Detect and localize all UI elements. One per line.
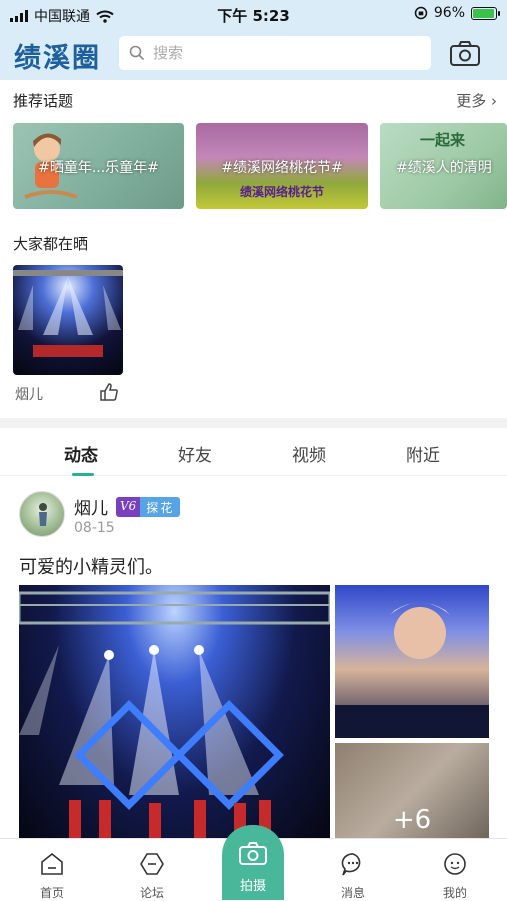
home-icon [41, 852, 63, 875]
message-icon [341, 853, 361, 876]
topics-more-label: 更多 [456, 92, 487, 110]
topic-card[interactable]: 一起来 #绩溪人的清明 [380, 123, 507, 209]
post-date: 08-15 [74, 520, 115, 536]
active-tab-indicator [72, 473, 94, 476]
chevron-right-icon: › [491, 92, 497, 110]
camera-icon[interactable] [448, 39, 482, 69]
shares-title: 大家都在晒 [13, 235, 89, 253]
level-label: V6 [116, 497, 141, 517]
topic-card[interactable]: #晒童年...乐童年# [13, 123, 184, 209]
nav-capture-button[interactable]: 拍摄 [222, 825, 284, 900]
search-bar[interactable] [119, 36, 431, 70]
topics-more-link[interactable]: 更多 › [456, 90, 497, 111]
status-bar: 中国联通 下午 5:23 96% [0, 0, 507, 28]
topic-heading: 一起来 [420, 131, 466, 149]
tab-friends[interactable]: 好友 [178, 441, 212, 466]
app-header: 绩溪圈 [0, 28, 507, 80]
nav-messages[interactable]: 消息 [323, 851, 383, 901]
battery-icon [471, 6, 500, 20]
feed-tabs: 动态 好友 视频 附近 [0, 428, 507, 476]
nav-messages-label: 消息 [340, 886, 365, 900]
topic-label: #晒童年...乐童年# [38, 160, 159, 176]
post-image[interactable] [19, 585, 330, 845]
nav-home[interactable]: 首页 [22, 851, 82, 901]
stage-lights-image [13, 270, 123, 357]
camera-icon [239, 842, 267, 865]
topic-sublabel: 绩溪网络桃花节 [239, 185, 324, 199]
avatar[interactable] [19, 491, 65, 537]
nav-forum-label: 论坛 [139, 886, 164, 900]
app-logo: 绩溪圈 [14, 43, 101, 74]
topic-card[interactable]: #绩溪网络桃花节# 绩溪网络桃花节 [196, 123, 368, 209]
topics-header: 推荐话题 更多 › [13, 90, 497, 111]
share-username: 烟儿 [15, 387, 43, 403]
share-image[interactable] [13, 265, 123, 375]
battery-percent: 96% [433, 5, 465, 21]
post-image[interactable]: +6 [335, 743, 489, 845]
more-images-count: +6 [392, 805, 432, 835]
person-figure-icon [39, 503, 47, 526]
performer-screen-image [335, 602, 489, 738]
profile-icon [444, 853, 466, 875]
thumbs-up-icon[interactable] [99, 382, 119, 402]
nav-profile[interactable]: 我的 [425, 851, 485, 901]
nav-capture-label: 拍摄 [239, 879, 266, 894]
topic-label: #绩溪人的清明 [396, 160, 492, 176]
search-input[interactable] [153, 44, 403, 62]
orientation-lock-icon [414, 6, 428, 20]
nav-forum[interactable]: 论坛 [122, 851, 182, 901]
post-text: 可爱的小精灵们。 [19, 557, 163, 578]
post-image[interactable] [335, 585, 489, 738]
tab-nearby[interactable]: 附近 [406, 441, 440, 466]
nav-profile-label: 我的 [442, 886, 467, 900]
tab-dongtai[interactable]: 动态 [64, 441, 98, 466]
nav-home-label: 首页 [39, 886, 64, 900]
post-username[interactable]: 烟儿 [74, 494, 108, 519]
topics-title: 推荐话题 [13, 92, 74, 110]
search-icon [129, 45, 145, 61]
title-label: 探花 [140, 497, 181, 517]
topic-label: #绩溪网络桃花节# [221, 160, 343, 176]
forum-icon [140, 853, 164, 875]
section-divider [0, 418, 507, 428]
tab-video[interactable]: 视频 [292, 441, 326, 466]
stage-performance-image [19, 591, 330, 843]
user-level-badge: V6 探花 [116, 497, 181, 517]
